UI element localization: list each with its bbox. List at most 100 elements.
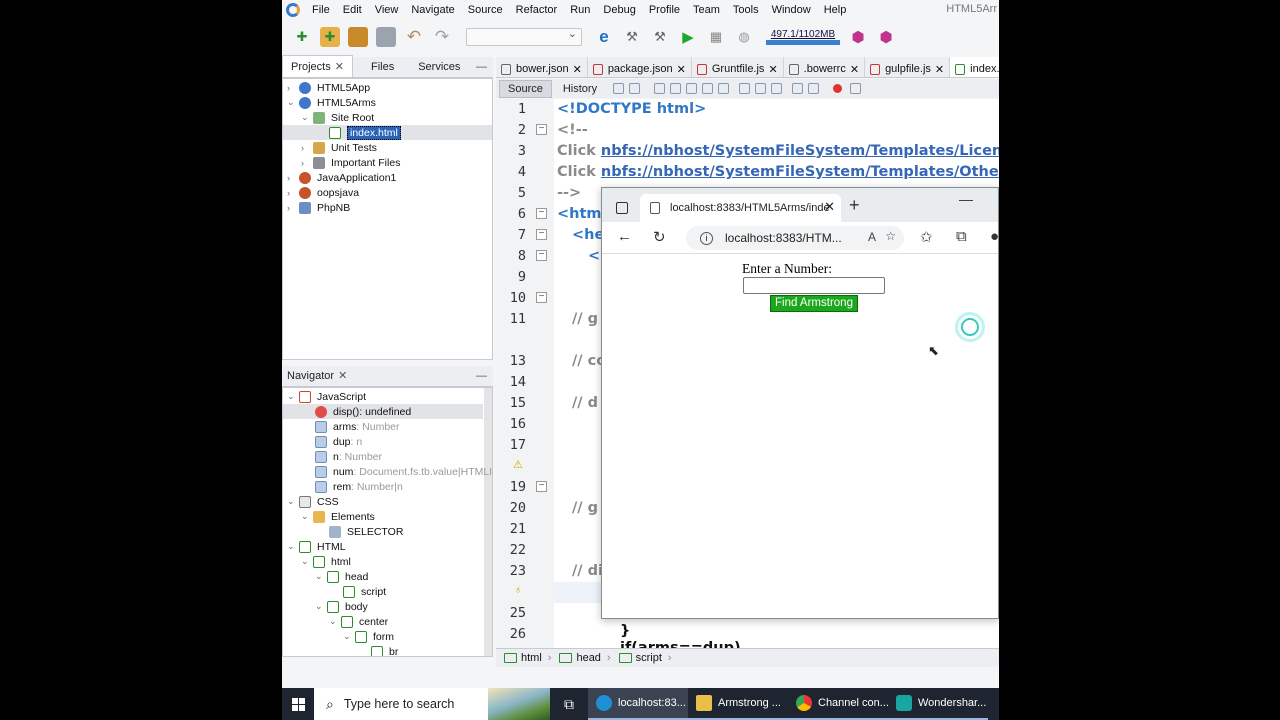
find-icon[interactable]	[654, 83, 666, 94]
forward-icon[interactable]	[629, 83, 641, 94]
breadcrumb-head[interactable]: head ›	[559, 652, 611, 664]
nav-item-head-tag[interactable]: ⌄ head	[315, 569, 368, 584]
nav-item-selector[interactable]: SELECTOR	[329, 524, 403, 539]
nav-item-num[interactable]: num : Document.fs.tb.value|HTMLI	[315, 464, 492, 479]
fold-toggle[interactable]: −	[536, 229, 547, 240]
history-button[interactable]: History	[555, 81, 605, 97]
fold-toggle[interactable]: −	[536, 250, 547, 261]
nav-item-n[interactable]: n : Number	[315, 449, 382, 464]
tab-bowerrc[interactable]: .bowerrc ✕	[784, 57, 866, 77]
nav-item-body-tag[interactable]: ⌄ body	[315, 599, 368, 614]
find-armstrong-button[interactable]: Find Armstrong	[770, 295, 858, 312]
menu-debug[interactable]: Debug	[603, 4, 635, 16]
clean-build-icon[interactable]: ⚒	[650, 27, 670, 47]
tab-services[interactable]: Services	[410, 57, 468, 77]
taskbar-item-explorer[interactable]: Armstrong ...	[688, 688, 788, 720]
open-project-icon[interactable]	[348, 27, 368, 47]
run-icon[interactable]: ▶	[678, 27, 698, 47]
tree-item-phpnb[interactable]: › PhpNB	[287, 200, 350, 215]
tree-item-index-html[interactable]: index.html	[329, 125, 401, 140]
site-info-icon[interactable]: i	[700, 231, 713, 245]
nav-item-css[interactable]: ⌄ CSS	[287, 494, 339, 509]
toggle-rect-select-icon[interactable]	[718, 83, 730, 94]
breadcrumb-script[interactable]: script ›	[618, 652, 672, 664]
shift-right-icon[interactable]	[808, 83, 820, 94]
browser-select-icon[interactable]: e	[594, 27, 614, 47]
taskbar-item-chrome[interactable]: Channel con...	[788, 688, 889, 720]
redo-icon[interactable]: ↷	[432, 27, 452, 47]
tab-navigator[interactable]: Navigator ✕	[282, 365, 355, 386]
prev-bookmark-icon[interactable]	[739, 83, 751, 94]
menu-run[interactable]: Run	[570, 4, 590, 16]
nav-item-elements[interactable]: ⌄ Elements	[301, 509, 375, 524]
new-tab-icon[interactable]: +	[849, 195, 860, 216]
back-icon[interactable]	[613, 83, 625, 94]
fold-toggle[interactable]: −	[536, 124, 547, 135]
hint-bulb-icon[interactable]: ♁	[514, 584, 522, 596]
task-view-icon[interactable]: ⧉	[550, 696, 588, 713]
nav-item-br-tag[interactable]: br	[371, 644, 398, 656]
menu-source[interactable]: Source	[468, 4, 503, 16]
menu-help[interactable]: Help	[824, 4, 847, 16]
collections-icon[interactable]: ⧉	[956, 228, 967, 245]
scrollbar[interactable]	[484, 388, 492, 656]
nav-item-rem[interactable]: rem : Number|n	[315, 479, 403, 494]
tree-item-javaapplication1[interactable]: › JavaApplication1	[287, 170, 396, 185]
back-arrow-icon[interactable]: ←	[617, 228, 632, 245]
build-hammer-icon[interactable]: ⚒	[622, 27, 642, 47]
number-input[interactable]	[743, 277, 885, 294]
toggle-highlight-icon[interactable]	[702, 83, 714, 94]
tab-gulpfile-js[interactable]: gulpfile.js ✕	[865, 57, 951, 77]
shift-left-icon[interactable]	[792, 83, 804, 94]
tab-bower-json[interactable]: bower.json ✕	[496, 57, 588, 77]
tree-item-unit-tests[interactable]: › Unit Tests	[301, 140, 377, 155]
memory-indicator[interactable]: 497.1/1102MB	[766, 27, 840, 47]
favorites-icon[interactable]: ✩	[920, 228, 933, 246]
profile-icon[interactable]: ●	[990, 228, 998, 245]
tree-item-html5app[interactable]: › HTML5App	[287, 80, 370, 95]
tree-item-oopsjava[interactable]: › oopsjava	[287, 185, 359, 200]
start-button[interactable]	[282, 688, 314, 720]
read-aloud-icon[interactable]: A	[868, 230, 876, 244]
add-favorite-icon[interactable]: ☆	[885, 229, 896, 243]
address-bar[interactable]: i localhost:8383/HTM... A ☆	[686, 226, 904, 250]
find-prev-icon[interactable]	[670, 83, 682, 94]
browser-tab[interactable]: localhost:8383/HTML5Arms/inde ✕	[640, 194, 841, 222]
nav-item-center-tag[interactable]: ⌄ center	[329, 614, 388, 629]
taskbar-item-edge[interactable]: localhost:83...	[588, 688, 688, 720]
taskbar-search[interactable]: ⌕ Type here to search	[314, 688, 550, 720]
minimize-icon[interactable]: —	[476, 61, 493, 77]
find-next-icon[interactable]	[686, 83, 698, 94]
gc-stop-icon[interactable]: ⬢	[876, 27, 896, 47]
tab-files[interactable]: Files	[363, 57, 402, 77]
fold-toggle[interactable]: −	[536, 208, 547, 219]
menu-team[interactable]: Team	[693, 4, 720, 16]
source-button[interactable]: Source	[499, 79, 552, 98]
close-tab-icon[interactable]: ✕	[824, 199, 835, 215]
nav-item-dup[interactable]: dup : n	[315, 434, 362, 449]
fold-toggle[interactable]: −	[536, 292, 547, 303]
toggle-bookmark-icon[interactable]	[771, 83, 783, 94]
close-icon[interactable]: ✕	[335, 61, 344, 73]
close-icon[interactable]: ✕	[338, 370, 347, 382]
menu-file[interactable]: File	[312, 4, 330, 16]
debug-icon[interactable]: ▦	[706, 27, 726, 47]
minimize-window-icon[interactable]: —	[959, 191, 973, 207]
stop-macro-icon[interactable]	[850, 83, 862, 94]
next-bookmark-icon[interactable]	[755, 83, 767, 94]
breadcrumb-html[interactable]: html ›	[504, 652, 551, 664]
menu-profile[interactable]: Profile	[649, 4, 680, 16]
nav-item-arms[interactable]: arms : Number	[315, 419, 400, 434]
menu-navigate[interactable]: Navigate	[411, 4, 454, 16]
menu-tools[interactable]: Tools	[733, 4, 759, 16]
license-link[interactable]: nbfs://nbhost/SystemFileSystem/Templates…	[601, 143, 999, 159]
profile-icon[interactable]: ◍	[734, 27, 754, 47]
configuration-dropdown[interactable]	[466, 27, 582, 46]
minimize-icon[interactable]: —	[476, 370, 493, 386]
tab-projects[interactable]: Projects ✕	[282, 55, 353, 77]
tab-gruntfile-js[interactable]: Gruntfile.js ✕	[692, 57, 784, 77]
undo-icon[interactable]: ↶	[404, 27, 424, 47]
refresh-icon[interactable]: ↻	[653, 228, 666, 246]
tab-actions-icon[interactable]	[616, 202, 628, 214]
nav-item-disp[interactable]: disp() : undefined	[315, 404, 411, 419]
